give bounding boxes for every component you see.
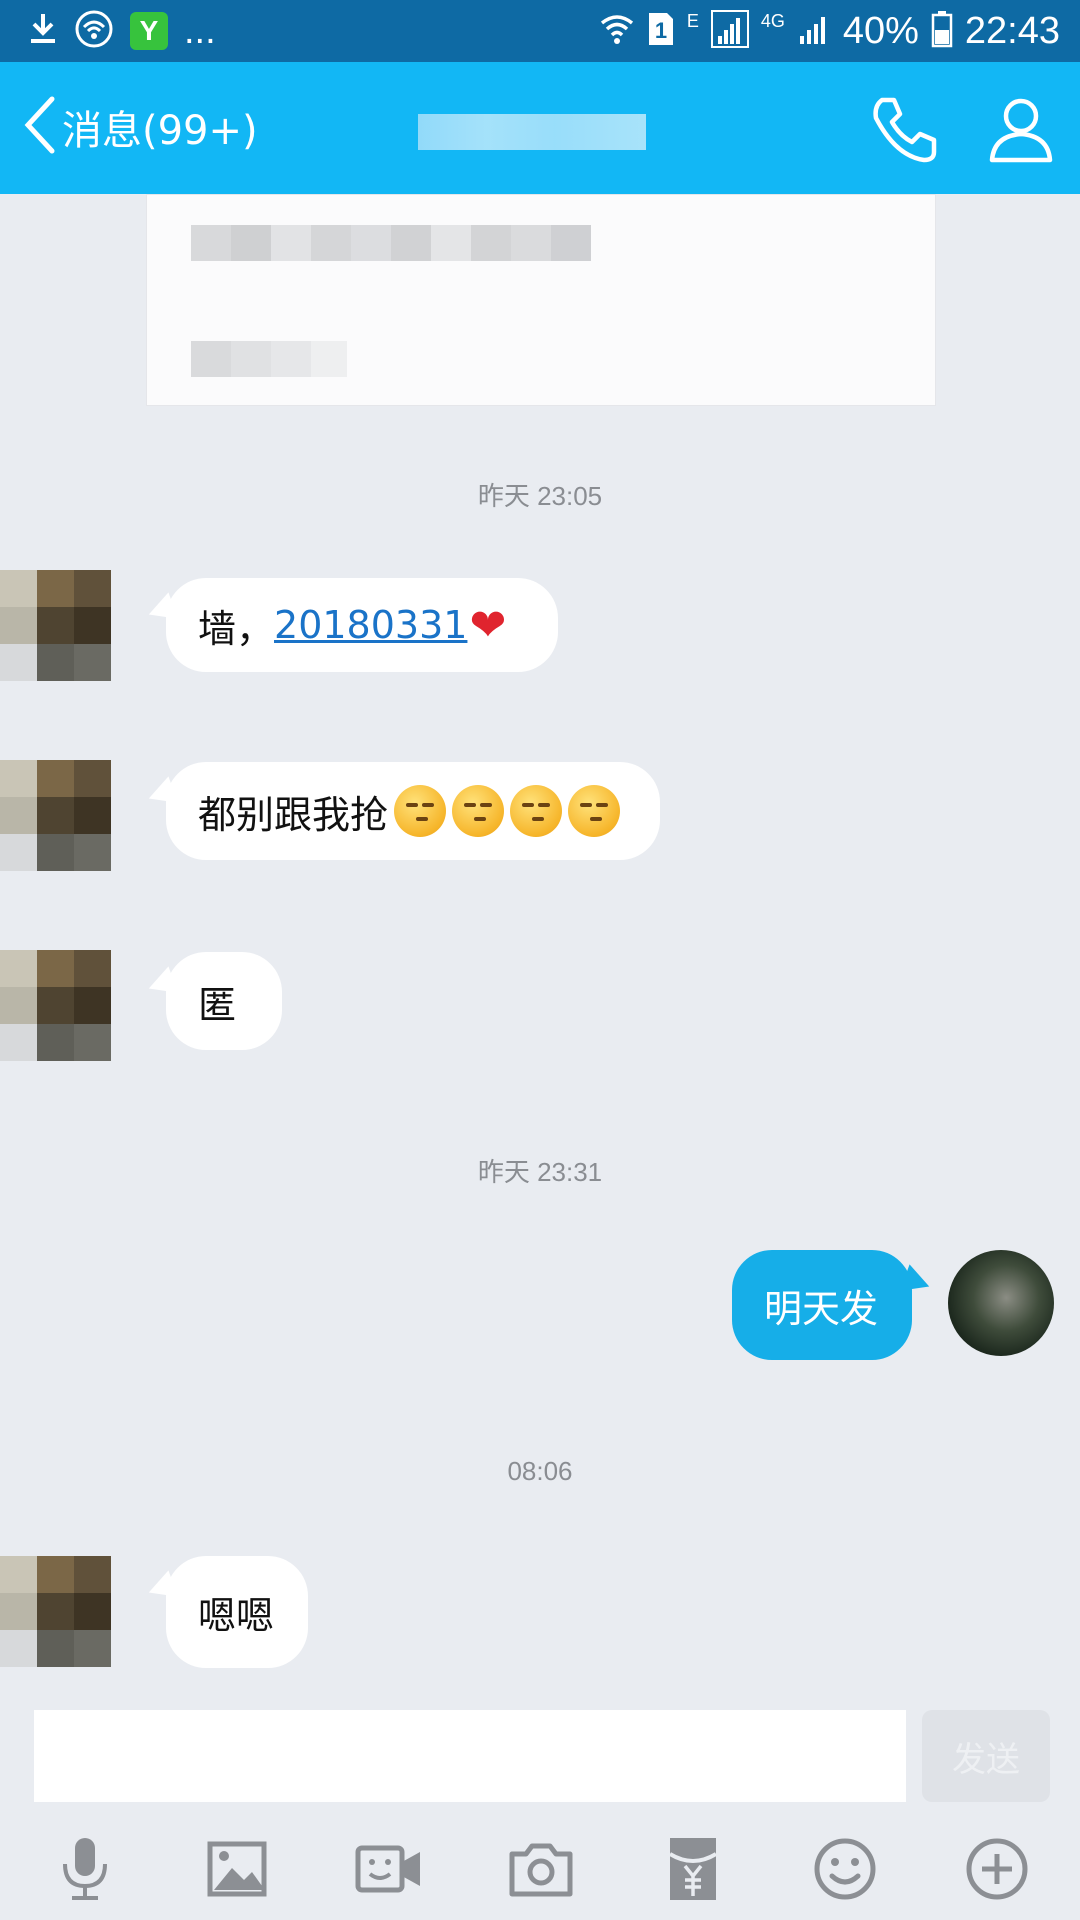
smirk-emoji-icon (394, 785, 447, 837)
red-packet-button[interactable] (658, 1834, 728, 1904)
phone-icon (873, 97, 937, 163)
plus-circle-icon (966, 1838, 1028, 1900)
camera-button[interactable] (506, 1834, 576, 1904)
my-avatar[interactable] (948, 1250, 1054, 1356)
contact-avatar[interactable] (0, 950, 112, 1062)
download-icon (28, 12, 58, 50)
timestamp: 昨天 23:05 (477, 481, 603, 511)
message-text: 都别跟我抢 (198, 792, 389, 837)
contact-avatar[interactable] (0, 760, 112, 872)
smirk-emoji-icon (510, 785, 563, 837)
signal-icon (710, 10, 749, 52)
timestamp: 昨天 23:31 (477, 1157, 603, 1187)
message-bubble[interactable]: 匿 (166, 952, 282, 1050)
message-text: 明天发 (764, 1286, 879, 1331)
back-label: 消息(99+) (62, 108, 258, 154)
svg-text:1: 1 (655, 18, 667, 43)
message-link[interactable]: 20180331 (274, 603, 467, 647)
emoji-button[interactable] (810, 1834, 880, 1904)
heart-emoji: ❤ (469, 599, 507, 651)
status-bar: Y ... 1 E 4G 40% 22:43 (0, 0, 1080, 62)
message-bubble[interactable]: 嗯嗯 (166, 1556, 308, 1668)
red-packet-icon (668, 1838, 718, 1900)
chevron-left-icon (22, 95, 56, 159)
image-icon (207, 1841, 267, 1897)
message-input[interactable] (34, 1710, 906, 1802)
battery-percent: 40% (842, 9, 919, 52)
sim-card-icon: 1 (647, 11, 675, 51)
wifi-icon (599, 11, 635, 51)
contact-avatar[interactable] (0, 570, 112, 682)
camera-icon (509, 1843, 573, 1897)
back-button[interactable]: 消息(99+) (22, 92, 258, 162)
voice-button[interactable] (50, 1834, 120, 1904)
app-notification-icon: Y (130, 12, 168, 50)
message-bubble[interactable]: 墙， 20180331 ❤ (166, 578, 558, 672)
more-button[interactable] (962, 1834, 1032, 1904)
chat-area[interactable]: 昨天 23:05 墙， 20180331 ❤ 都别跟我抢 匿 昨天 23:31 明天… (0, 194, 1080, 1704)
message-text: 匿 (198, 982, 237, 1027)
send-button[interactable]: 发送 (922, 1710, 1050, 1802)
battery-icon (931, 10, 953, 52)
smirk-emoji-icon (568, 785, 621, 837)
message-bubble[interactable]: 都别跟我抢 (166, 762, 660, 860)
image-button[interactable] (202, 1834, 272, 1904)
wifi-hotspot-icon (74, 9, 114, 53)
clock: 22:43 (964, 9, 1060, 52)
call-button[interactable] (868, 92, 942, 166)
contact-avatar[interactable] (0, 1556, 112, 1668)
video-call-icon (355, 1845, 420, 1893)
timestamp: 08:06 (507, 1456, 573, 1486)
message-text: 嗯嗯 (198, 1593, 275, 1638)
person-icon (989, 98, 1053, 163)
profile-button[interactable] (984, 92, 1058, 166)
contact-name-blurred (418, 114, 646, 150)
outgoing-message-bubble[interactable]: 明天发 (732, 1250, 912, 1360)
toolbar (0, 1834, 1080, 1904)
microphone-icon (63, 1838, 107, 1900)
title-bar: 消息(99+) (0, 62, 1080, 194)
lte-label: 4G (760, 10, 785, 31)
smirk-emoji-icon (452, 785, 505, 837)
input-bar: 发送 (0, 1704, 1080, 1920)
emoji-icon (814, 1838, 876, 1900)
message-text: 墙， (198, 606, 275, 651)
blurred-card-message (146, 194, 936, 406)
signal-icon-2 (797, 12, 831, 50)
network-type-label: E (686, 10, 699, 31)
video-call-button[interactable] (354, 1834, 424, 1904)
notification-overflow: ... (184, 9, 216, 52)
